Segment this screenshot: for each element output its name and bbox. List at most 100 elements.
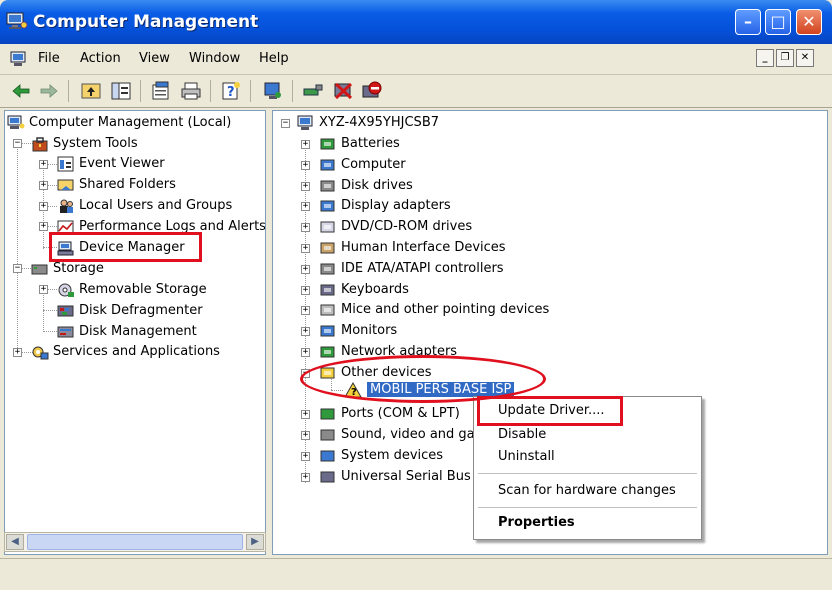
removable-storage-icon	[58, 283, 74, 297]
disk-management-icon	[57, 326, 74, 338]
device-category-ports-com-lpt[interactable]: Ports (COM & LPT)	[319, 405, 460, 423]
properties-icon[interactable]	[150, 80, 172, 102]
tree-collapse-toggle[interactable]: −	[281, 119, 290, 128]
close-button[interactable]: ✕	[796, 9, 822, 35]
device-tree-root[interactable]: XYZ-4X95YHJCSB7	[297, 114, 439, 132]
menu-item-properties[interactable]: Properties	[498, 515, 575, 530]
menu-window[interactable]: Window	[189, 51, 240, 66]
refresh-icon[interactable]	[262, 80, 284, 102]
menu-action[interactable]: Action	[80, 51, 121, 66]
device-category-keyboards[interactable]: Keyboards	[319, 281, 409, 299]
tree-item-local-users-and-groups[interactable]: Local Users and Groups	[57, 197, 232, 215]
uninstall-icon[interactable]	[332, 80, 354, 102]
category-label: Mice and other pointing devices	[341, 302, 550, 317]
tree-expand-toggle[interactable]: +	[301, 327, 310, 336]
tree-collapse-toggle[interactable]: −	[13, 264, 22, 273]
print-icon[interactable]	[180, 80, 202, 102]
device-category-system-devices[interactable]: System devices	[319, 447, 443, 465]
tree-expand-toggle[interactable]: +	[301, 473, 310, 482]
menu-view[interactable]: View	[139, 51, 170, 66]
tree-expand-toggle[interactable]: +	[301, 244, 310, 253]
menu-bar: File Action View Window Help _ ❐ ✕	[0, 44, 832, 75]
tree-item-disk-management[interactable]: Disk Management	[57, 323, 197, 341]
device-category-sound-video-and-ga[interactable]: Sound, video and ga	[319, 426, 475, 444]
device-category-icon	[320, 471, 335, 483]
mdi-restore-button[interactable]: ❐	[776, 49, 794, 67]
device-category-human-interface-devices[interactable]: Human Interface Devices	[319, 239, 506, 257]
tree-expand-toggle[interactable]: +	[301, 306, 310, 315]
menu-item-scan-for-hardware-changes[interactable]: Scan for hardware changes	[498, 483, 676, 498]
tree-expand-toggle[interactable]: +	[301, 182, 310, 191]
minimize-button[interactable]: –	[735, 9, 761, 35]
tree-item-computer-management-local[interactable]: Computer Management (Local)	[7, 114, 231, 132]
device-category-disk-drives[interactable]: Disk drives	[319, 177, 413, 195]
tree-item-system-tools[interactable]: System Tools	[31, 135, 138, 153]
tree-expand-toggle[interactable]: +	[301, 265, 310, 274]
device-category-monitors[interactable]: Monitors	[319, 322, 397, 340]
category-label: Monitors	[341, 323, 398, 338]
device-category-computer[interactable]: Computer	[319, 156, 406, 174]
mmc-document-icon[interactable]	[10, 51, 28, 67]
tree-expand-toggle[interactable]: +	[301, 223, 310, 232]
scroll-right-arrow-icon[interactable]: ▶	[246, 534, 264, 550]
tree-expand-toggle[interactable]: +	[301, 452, 310, 461]
console-tree-pane[interactable]: Computer Management (Local) − System Too…	[4, 110, 266, 555]
device-category-dvd-cd-rom-drives[interactable]: DVD/CD-ROM drives	[319, 218, 472, 236]
computer-management-icon	[6, 12, 28, 29]
tree-expand-toggle[interactable]: +	[13, 348, 22, 357]
device-category-icon	[320, 242, 335, 254]
forward-arrow-icon[interactable]	[38, 80, 60, 102]
tree-expand-toggle[interactable]: +	[39, 160, 48, 169]
tree-item-storage[interactable]: Storage	[31, 260, 104, 278]
menu-item-disable[interactable]: Disable	[498, 427, 546, 442]
tree-item-disk-defragmenter[interactable]: Disk Defragmenter	[57, 302, 203, 320]
mdi-close-button[interactable]: ✕	[796, 49, 814, 67]
device-category-display-adapters[interactable]: Display adapters	[319, 197, 451, 215]
tree-item-services-and-applications[interactable]: Services and Applications	[31, 343, 220, 361]
device-category-universal-serial-bus[interactable]: Universal Serial Bus	[319, 468, 471, 486]
tree-expand-toggle[interactable]: +	[39, 202, 48, 211]
menu-file[interactable]: File	[38, 51, 60, 66]
minimize-icon: –	[744, 12, 752, 31]
tree-collapse-toggle[interactable]: −	[13, 139, 22, 148]
up-folder-icon[interactable]	[80, 80, 102, 102]
help-icon[interactable]: ?	[220, 80, 242, 102]
menu-help[interactable]: Help	[259, 51, 289, 66]
tree-expand-toggle[interactable]: +	[301, 161, 310, 170]
tree-item-label: Event Viewer	[79, 156, 165, 171]
highlight-update-driver	[477, 396, 623, 426]
tree-item-event-viewer[interactable]: Event Viewer	[57, 155, 165, 173]
scroll-left-arrow-icon[interactable]: ◀	[6, 534, 24, 550]
category-label: Display adapters	[341, 198, 451, 213]
mdi-minimize-button[interactable]: _	[756, 49, 774, 67]
scrollbar-thumb[interactable]	[27, 534, 243, 550]
show-tree-icon[interactable]	[110, 80, 132, 102]
tree-expand-toggle[interactable]: +	[39, 285, 48, 294]
tree-expand-toggle[interactable]: +	[301, 140, 310, 149]
tree-expand-toggle[interactable]: +	[39, 222, 48, 231]
tree-expand-toggle[interactable]: +	[301, 410, 310, 419]
storage-icon	[31, 264, 48, 275]
tree-expand-toggle[interactable]: +	[301, 431, 310, 440]
tree-horizontal-scrollbar[interactable]: ◀ ▶	[4, 532, 266, 552]
computer-icon	[297, 115, 313, 130]
shared-folder-icon	[57, 179, 74, 191]
device-category-ide-ata-atapi-controllers[interactable]: IDE ATA/ATAPI controllers	[319, 260, 504, 278]
maximize-button[interactable]: □	[765, 9, 791, 35]
title-bar[interactable]: Computer Management – □ ✕	[0, 0, 832, 44]
back-arrow-icon[interactable]	[10, 80, 32, 102]
toolbox-icon	[32, 137, 48, 152]
device-category-mice-and-other-pointing-devices[interactable]: Mice and other pointing devices	[319, 301, 549, 319]
svg-text:?: ?	[227, 85, 235, 100]
tree-expand-toggle[interactable]: +	[39, 181, 48, 190]
scan-hardware-icon[interactable]	[302, 80, 324, 102]
tree-expand-toggle[interactable]: +	[301, 348, 310, 357]
disable-icon[interactable]	[360, 80, 382, 102]
device-category-batteries[interactable]: Batteries	[319, 135, 400, 153]
tree-item-removable-storage[interactable]: Removable Storage	[57, 281, 207, 299]
tree-expand-toggle[interactable]: +	[301, 286, 310, 295]
device-category-icon	[320, 325, 335, 337]
tree-expand-toggle[interactable]: +	[301, 202, 310, 211]
tree-item-shared-folders[interactable]: Shared Folders	[57, 176, 176, 194]
menu-item-uninstall[interactable]: Uninstall	[498, 449, 555, 464]
